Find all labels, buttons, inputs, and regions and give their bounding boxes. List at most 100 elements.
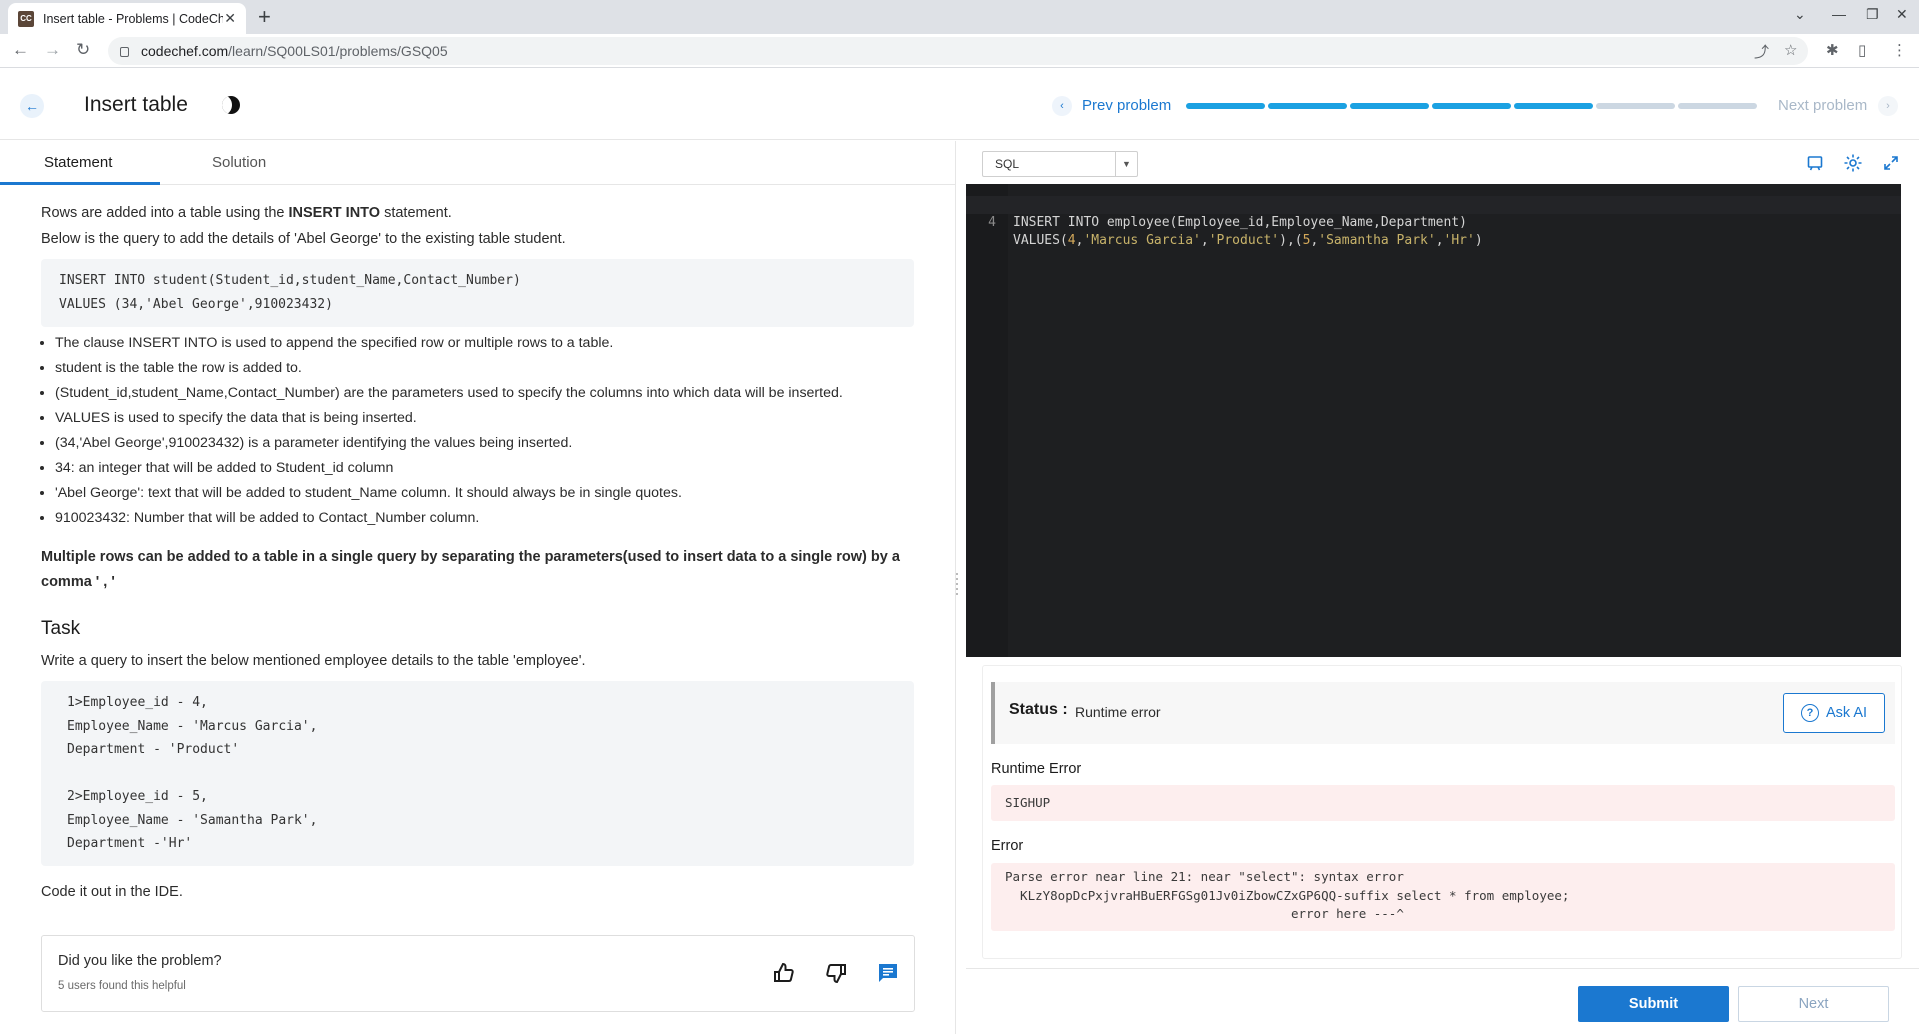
intro-text: Rows are added into a table using the [41, 205, 289, 221]
restore-icon[interactable]: ❐ [1866, 6, 1879, 23]
language-value: SQL [995, 157, 1020, 171]
submit-button[interactable]: Submit [1578, 986, 1729, 1022]
code-token: , [1435, 233, 1444, 248]
tab-solution[interactable]: Solution [212, 154, 266, 171]
back-icon[interactable]: ← [12, 40, 29, 60]
minimize-icon[interactable]: — [1832, 6, 1846, 22]
list-item: 'Abel George': text that will be added t… [55, 481, 914, 506]
prev-problem-link[interactable]: Prev problem [1082, 97, 1171, 114]
settings-gear-icon[interactable] [1842, 152, 1864, 174]
list-item: (34,'Abel George',910023432) is a parame… [55, 431, 914, 456]
code-token-string: 'Marcus Garcia' [1083, 233, 1201, 248]
list-item: 34: an integer that will be added to Stu… [55, 456, 914, 481]
explanation-list: The clause INSERT INTO is used to append… [41, 331, 914, 531]
tab-statement[interactable]: Statement [44, 154, 112, 171]
line-number: 4 [988, 215, 996, 230]
next-chevron-icon[interactable]: › [1878, 96, 1898, 116]
side-panel-icon[interactable]: ▯ [1858, 41, 1866, 59]
status-bar: Status : Runtime error ? Ask AI [991, 682, 1895, 744]
task-description: Write a query to insert the below mentio… [41, 653, 586, 669]
action-bar: Submit Next [966, 968, 1919, 1034]
feedback-card: Did you like the problem? 5 users found … [41, 935, 915, 1012]
thumbs-down-icon[interactable] [823, 960, 849, 986]
list-item: (Student_id,student_Name,Contact_Number)… [55, 381, 914, 406]
panel-resize-handle[interactable] [954, 570, 960, 604]
browser-toolbar: ← → ↻ codechef.com/learn/SQ00LS01/proble… [0, 34, 1919, 68]
code-token: VALUES( [1013, 233, 1068, 248]
code-token-number: 4 [1067, 233, 1076, 248]
multiple-rows-note: Multiple rows can be added to a table in… [41, 549, 900, 590]
thumbs-up-icon[interactable] [771, 960, 797, 986]
url-host: codechef.com [141, 43, 229, 59]
code-token-string: 'Product' [1208, 233, 1280, 248]
closing-text: Code it out in the IDE. [41, 883, 183, 900]
url-path: /learn/SQ00LS01/problems/GSQ05 [228, 43, 448, 59]
statement-content: Rows are added into a table using the IN… [41, 201, 914, 906]
reload-icon[interactable]: ↻ [76, 40, 90, 60]
window-close-icon[interactable]: ✕ [1896, 6, 1908, 23]
tab-title: Insert table - Problems | CodeChef [43, 11, 223, 26]
code-token: ),( [1279, 233, 1303, 248]
new-tab-button[interactable]: + [258, 4, 271, 30]
back-arrow-icon[interactable]: ← [20, 94, 44, 118]
progress-segment [1350, 103, 1429, 109]
helpful-count: 5 users found this helpful [58, 980, 186, 992]
code-token-string: 'Samantha Park' [1318, 233, 1436, 248]
comment-icon[interactable] [875, 960, 901, 986]
status-label: Status : [1009, 701, 1068, 718]
problem-header: ← Insert table ‹ Prev problem Next probl… [0, 70, 1919, 140]
custom-input-icon[interactable] [1804, 152, 1826, 174]
task-code-block: 1>Employee_id - 4, Employee_Name - 'Marc… [41, 681, 914, 866]
tab-close-icon[interactable]: ✕ [224, 10, 236, 27]
feedback-question: Did you like the problem? [58, 953, 222, 969]
share-icon[interactable]: ⤴ [1754, 41, 1769, 62]
intro-line-2: Below is the query to add the details of… [41, 231, 566, 247]
extensions-icon[interactable]: ✱ [1826, 41, 1839, 59]
page-title: Insert table [84, 93, 188, 116]
browser-menu-icon[interactable]: ⋮ [1892, 41, 1907, 59]
intro-text-end: statement. [380, 205, 452, 221]
runtime-error-box: SIGHUP [991, 785, 1895, 821]
progress-segment [1678, 103, 1757, 109]
progress-segment [1432, 103, 1511, 109]
code-editor[interactable]: 3 INSERT INTO employee(Employee_id,Emplo… [966, 184, 1901, 657]
runtime-error-label: Runtime Error [991, 761, 1082, 777]
problem-progress-bar [1186, 103, 1757, 109]
chevron-down-icon[interactable]: ▼ [1115, 152, 1137, 176]
forward-icon[interactable]: → [44, 40, 61, 60]
help-question-icon: ? [1800, 704, 1819, 722]
ask-ai-label: Ask AI [1825, 705, 1868, 721]
code-token: ) [1474, 233, 1483, 248]
fullscreen-icon[interactable] [1880, 152, 1902, 174]
code-token: , [1200, 233, 1209, 248]
statement-tabs: Statement Solution [0, 141, 956, 185]
theme-toggle-moon-icon[interactable] [222, 96, 240, 114]
example-code-block: INSERT INTO student(Student_id,student_N… [41, 259, 914, 327]
result-panel: Status : Runtime error ? Ask AI Runtime … [982, 665, 1902, 959]
progress-segment [1268, 103, 1347, 109]
prev-chevron-icon[interactable]: ‹ [1052, 96, 1072, 116]
ask-ai-button[interactable]: ? Ask AI [1783, 693, 1885, 733]
language-select[interactable]: SQL ▼ [982, 151, 1138, 177]
progress-segment [1596, 103, 1675, 109]
tab-search-icon[interactable]: ⌄ [1794, 6, 1806, 23]
progress-segment [1186, 103, 1265, 109]
next-button[interactable]: Next [1738, 986, 1889, 1022]
next-problem-link[interactable]: Next problem [1778, 97, 1867, 114]
list-item: 910023432: Number that will be added to … [55, 506, 914, 531]
codechef-favicon-icon: CC [18, 10, 34, 27]
intro-keyword: INSERT INTO [288, 205, 381, 221]
list-item: student is the table the row is added to… [55, 356, 914, 381]
ide-panel: SQL ▼ 3 INSERT INTO employee(Employee_id… [966, 141, 1919, 1034]
address-bar[interactable]: codechef.com/learn/SQ00LS01/problems/GSQ… [108, 37, 1808, 65]
intro-line-1: Rows are added into a table using the IN… [41, 201, 914, 225]
problem-statement-panel: Statement Solution Rows are added into a… [0, 141, 956, 1034]
browser-tab[interactable]: CC Insert table - Problems | CodeChef ✕ [8, 3, 246, 34]
error-message-box: Parse error near line 21: near "select":… [991, 863, 1895, 931]
code-line: 3 INSERT INTO employee(Employee_id,Emplo… [966, 184, 1901, 230]
bookmark-star-icon[interactable]: ☆ [1784, 41, 1797, 59]
code-token-string: 'Hr' [1443, 233, 1475, 248]
status-value: Runtime error [1075, 704, 1161, 720]
code-line-text: INSERT INTO employee(Employee_id,Employe… [1013, 215, 1467, 230]
progress-segment [1514, 103, 1593, 109]
